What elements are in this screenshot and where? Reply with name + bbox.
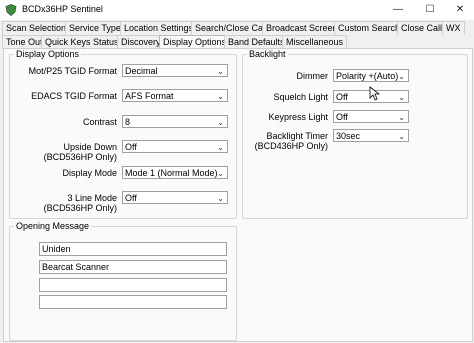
opening-message-line-2[interactable]: Bearcat Scanner — [39, 260, 227, 274]
three-line-mode-select[interactable]: Off ⌄ — [122, 191, 228, 204]
dimmer-select[interactable]: Polarity +(Auto) ⌄ — [333, 69, 409, 82]
opening-message-legend: Opening Message — [16, 221, 90, 231]
tab-miscellaneous[interactable]: Miscellaneous — [282, 35, 348, 49]
mouse-pointer-icon — [369, 86, 381, 101]
tab-band-defaults[interactable]: Band Defaults — [224, 35, 289, 49]
chevron-down-icon: ⌄ — [217, 169, 224, 178]
close-button[interactable]: ✕ — [446, 0, 474, 20]
dimmer-label: Dimmer — [296, 71, 329, 81]
chevron-down-icon: ⌄ — [398, 93, 405, 102]
edacs-tgid-value: AFS Format — [125, 91, 174, 101]
chevron-down-icon: ⌄ — [217, 67, 224, 76]
mot-tgid-label: Mot/P25 TGID Format — [28, 66, 117, 76]
edacs-tgid-format-select[interactable]: AFS Format ⌄ — [122, 89, 228, 102]
mot-tgid-format-select[interactable]: Decimal ⌄ — [122, 64, 228, 77]
backlight-timer-value: 30sec — [336, 131, 361, 141]
squelch-light-label: Squelch Light — [273, 92, 328, 102]
three-line-mode-value: Off — [125, 193, 137, 203]
dimmer-value: Polarity +(Auto) — [336, 71, 399, 81]
maximize-button[interactable]: ☐ — [416, 0, 444, 20]
chevron-down-icon: ⌄ — [217, 143, 224, 152]
tab-wx[interactable]: WX — [442, 21, 465, 35]
upside-down-label: Upside Down — [63, 142, 117, 152]
tab-discovery[interactable]: Discovery — [117, 35, 165, 49]
tab-location-settings[interactable]: Location Settings — [120, 21, 198, 35]
minimize-button[interactable]: — — [384, 0, 412, 20]
keypress-light-label: Keypress Light — [268, 112, 328, 122]
keypress-light-select[interactable]: Off ⌄ — [333, 110, 409, 123]
upside-down-select[interactable]: Off ⌄ — [122, 140, 228, 153]
display-mode-label: Display Mode — [62, 168, 117, 178]
display-mode-value: Mode 1 (Normal Mode) — [125, 168, 218, 178]
tab-search-close-call[interactable]: Search/Close Call — [191, 21, 272, 35]
backlight-timer-sublabel: (BCD436HP Only) — [254, 141, 328, 151]
three-line-mode-sublabel: (BCD536HP Only) — [43, 203, 117, 213]
chevron-down-icon: ⌄ — [398, 72, 405, 81]
three-line-mode-label: 3 Line Mode — [67, 193, 117, 203]
contrast-label: Contrast — [82, 117, 117, 127]
chevron-down-icon: ⌄ — [217, 118, 224, 127]
display-options-legend: Display Options — [16, 49, 80, 59]
tab-quick-keys-status[interactable]: Quick Keys Status — [41, 35, 123, 49]
tab-tone-out[interactable]: Tone Out — [2, 35, 47, 49]
upside-down-value: Off — [125, 142, 137, 152]
chevron-down-icon: ⌄ — [398, 132, 405, 141]
backlight-timer-label: Backlight Timer — [266, 131, 328, 141]
title-bar: BCDx36HP Sentinel — ☐ ✕ — [0, 0, 474, 20]
tab-custom-search[interactable]: Custom Search — [334, 21, 405, 35]
contrast-select[interactable]: 8 ⌄ — [122, 115, 228, 128]
contrast-value: 8 — [125, 117, 131, 127]
opening-message-line-3[interactable] — [39, 278, 227, 292]
backlight-timer-select[interactable]: 30sec ⌄ — [333, 129, 409, 142]
opening-message-line-1[interactable]: Uniden — [39, 242, 227, 256]
chevron-down-icon: ⌄ — [398, 113, 405, 122]
chevron-down-icon: ⌄ — [217, 194, 224, 203]
chevron-down-icon: ⌄ — [217, 92, 224, 101]
opening-message-line-4[interactable] — [39, 295, 227, 309]
tab-scan-selection[interactable]: Scan Selection — [2, 21, 71, 35]
tab-content-panel: Display Options Mot/P25 TGID Format Deci… — [3, 48, 473, 342]
upside-down-sublabel: (BCD536HP Only) — [43, 152, 117, 162]
app-shield-icon — [5, 4, 17, 16]
backlight-legend: Backlight — [249, 49, 286, 59]
keypress-light-value: Off — [336, 112, 348, 122]
mot-tgid-value: Decimal — [125, 66, 158, 76]
window-title: BCDx36HP Sentinel — [22, 4, 103, 14]
edacs-tgid-label: EDACS TGID Format — [31, 91, 117, 101]
tab-close-call[interactable]: Close Call — [397, 21, 447, 35]
squelch-light-value: Off — [336, 92, 348, 102]
tab-broadcast-screen[interactable]: Broadcast Screen — [262, 21, 342, 35]
display-mode-select[interactable]: Mode 1 (Normal Mode) ⌄ — [122, 166, 228, 179]
